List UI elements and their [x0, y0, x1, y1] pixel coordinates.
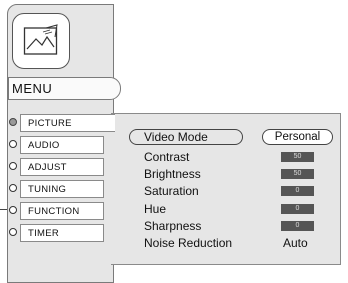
menu-item-label: AUDIO — [28, 140, 60, 151]
radio-function[interactable] — [9, 206, 17, 214]
sharpness-value: 0 — [295, 222, 300, 229]
video-mode-label: Video Mode — [144, 130, 208, 144]
radio-timer[interactable] — [9, 228, 17, 236]
brightness-label: Brightness — [144, 167, 201, 181]
menu-item-label: FUNCTION — [28, 206, 80, 217]
menu-item-function[interactable]: FUNCTION — [20, 202, 104, 220]
sharpness-label: Sharpness — [144, 219, 202, 233]
menu-item-label: ADJUST — [28, 162, 67, 173]
hue-slider[interactable]: 0 — [281, 204, 314, 214]
contrast-label: Contrast — [144, 150, 190, 164]
menu-item-label: PICTURE — [28, 118, 72, 129]
noise-reduction-value[interactable]: Auto — [283, 236, 308, 250]
menu-item-audio[interactable]: AUDIO — [20, 136, 104, 154]
saturation-label: Saturation — [144, 184, 199, 198]
brightness-slider[interactable]: 50 — [281, 169, 314, 179]
menu-item-label: TIMER — [28, 228, 60, 239]
video-mode-value[interactable]: Personal — [262, 129, 333, 145]
saturation-slider[interactable]: 0 — [281, 186, 314, 196]
menu-item-label: TUNING — [28, 184, 67, 195]
menu-item-picture[interactable]: PICTURE — [20, 114, 115, 132]
radio-picture[interactable] — [9, 118, 17, 126]
hue-value: 0 — [295, 205, 300, 212]
radio-tuning[interactable] — [9, 184, 17, 192]
menu-item-timer[interactable]: TIMER — [20, 224, 104, 242]
noise-reduction-label: Noise Reduction — [144, 236, 233, 250]
contrast-slider[interactable]: 50 — [281, 152, 314, 162]
menu-title-tab: MENU — [8, 77, 121, 100]
hue-label: Hue — [144, 202, 167, 216]
radio-adjust[interactable] — [9, 162, 17, 170]
menu-item-tuning[interactable]: TUNING — [20, 180, 104, 198]
brightness-value: 50 — [293, 170, 302, 177]
saturation-value: 0 — [295, 187, 300, 194]
menu-item-adjust[interactable]: ADJUST — [20, 158, 104, 176]
contrast-value: 50 — [293, 153, 302, 160]
radio-audio[interactable] — [9, 140, 17, 148]
picture-frame-icon — [12, 13, 70, 69]
menu-title: MENU — [12, 81, 53, 96]
sharpness-slider[interactable]: 0 — [281, 221, 314, 231]
